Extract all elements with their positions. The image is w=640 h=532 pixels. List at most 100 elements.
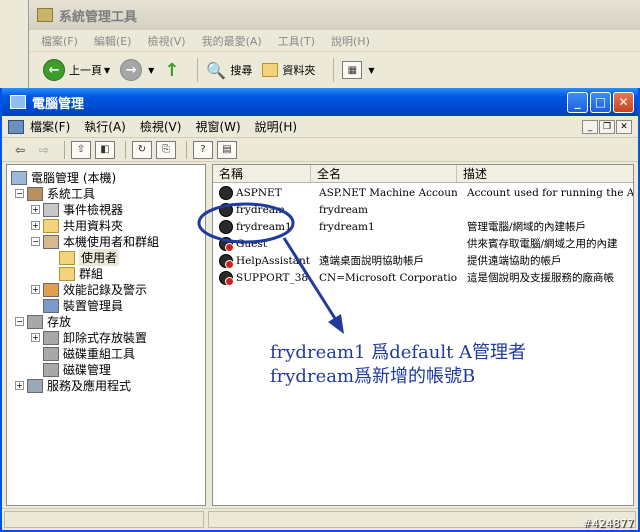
- collapse-icon[interactable]: −: [31, 237, 40, 246]
- tree-item-label: 系統工具: [47, 187, 96, 201]
- views-dropdown-icon[interactable]: ▼: [368, 66, 374, 75]
- collapse-icon[interactable]: −: [15, 317, 24, 326]
- expand-icon[interactable]: +: [31, 285, 40, 294]
- status-pane: [208, 511, 636, 528]
- properties-icon[interactable]: ▤: [217, 140, 237, 159]
- forward-arrow-icon[interactable]: ⇨: [34, 141, 54, 159]
- bg-menu-view[interactable]: 檢視(V): [147, 33, 185, 49]
- user-full-name: ASP.NET Machine Account: [319, 187, 457, 199]
- table-row[interactable]: Guest 供來賓存取電腦/網域之用的內建: [213, 236, 633, 252]
- tree-item-removable-storage[interactable]: + 卸除式存放裝置: [31, 329, 147, 346]
- tree-item-shared-folders[interactable]: + 共用資料夾: [31, 217, 123, 234]
- user-full-name: [311, 236, 457, 252]
- table-row[interactable]: frydream frydream: [213, 202, 633, 218]
- tree-item-label: 使用者: [79, 249, 120, 266]
- close-button[interactable]: ✕: [613, 91, 634, 113]
- table-row[interactable]: HelpAssistant 遠端桌面說明協助帳戶 提供遠端協助的帳戶: [213, 253, 633, 269]
- toolbar: ⇦ ⇨ ⇧ ◧ ↻ ⎘ ? ▤: [2, 138, 638, 162]
- toolbar-separator-2: [333, 58, 335, 82]
- tree-item-defragmenter[interactable]: 磁碟重組工具: [43, 345, 135, 362]
- tree-item-storage[interactable]: − 存放: [15, 313, 71, 330]
- tree-item-local-users-groups[interactable]: − 本機使用者和群組: [31, 233, 159, 250]
- tree-item-groups[interactable]: 群組: [59, 265, 103, 282]
- user-description: 這是個說明及支援服務的廠商帳: [467, 272, 614, 284]
- child-minimize-button[interactable]: _: [582, 119, 598, 134]
- column-header-name[interactable]: 名稱: [213, 165, 311, 182]
- expand-icon[interactable]: +: [31, 221, 40, 230]
- bg-menu-help[interactable]: 說明(H): [331, 33, 370, 49]
- menu-view[interactable]: 檢視(V): [140, 118, 182, 135]
- user-description: [457, 202, 633, 218]
- background-window-title: 系統管理工具: [59, 9, 138, 25]
- user-full-name: frydream1: [319, 221, 375, 233]
- bg-menu-edit[interactable]: 編輯(E): [94, 33, 132, 49]
- tree-item-system-tools[interactable]: − 系統工具: [15, 185, 95, 202]
- child-restore-button[interactable]: ❐: [599, 119, 615, 134]
- users-groups-icon: [43, 234, 59, 249]
- user-name: SUPPORT_38...: [236, 272, 311, 284]
- back-button-label: 上一頁: [69, 64, 102, 77]
- toolbar-separator: [186, 140, 187, 159]
- mmc-console-icon[interactable]: [8, 119, 24, 134]
- status-pane: [4, 511, 204, 528]
- panes: 電腦管理 (本機) − 系統工具 + 事件檢視器 + 共用資料夾 − 本機使用者…: [6, 164, 634, 506]
- show-hide-tree-icon[interactable]: ◧: [95, 140, 115, 159]
- child-close-button[interactable]: ✕: [616, 119, 632, 134]
- table-row[interactable]: SUPPORT_38... CN=Microsoft Corporation..…: [213, 270, 633, 286]
- computer-management-icon: [10, 95, 26, 109]
- maximize-button[interactable]: □: [590, 91, 611, 113]
- menu-file[interactable]: 檔案(F): [30, 118, 70, 135]
- forward-button[interactable]: → ▼: [120, 59, 154, 81]
- export-list-icon[interactable]: ⎘: [156, 140, 176, 159]
- tools-icon: [27, 186, 43, 201]
- back-dropdown-icon[interactable]: ▼: [104, 66, 110, 75]
- user-name: ASPNET: [236, 187, 282, 199]
- user-icon: [219, 203, 233, 217]
- console-tree: 電腦管理 (本機) − 系統工具 + 事件檢視器 + 共用資料夾 − 本機使用者…: [6, 164, 206, 506]
- tree-item-device-manager[interactable]: 裝置管理員: [43, 297, 123, 314]
- back-arrow-icon[interactable]: ⇦: [10, 141, 30, 159]
- expand-icon[interactable]: +: [15, 381, 24, 390]
- table-row[interactable]: ASPNET ASP.NET Machine Account Account u…: [213, 185, 633, 201]
- tree-item-performance-logs[interactable]: + 效能記錄及警示: [31, 281, 147, 298]
- tree-item-computer-management[interactable]: 電腦管理 (本機): [11, 169, 116, 186]
- tree-item-users[interactable]: 使用者: [59, 249, 120, 266]
- user-full-name: CN=Microsoft Corporation...: [319, 272, 457, 284]
- folders-button[interactable]: 資料夾: [262, 62, 315, 78]
- expand-icon[interactable]: +: [31, 205, 40, 214]
- tree-item-label: 存放: [47, 315, 72, 329]
- bg-menu-file[interactable]: 檔案(F): [41, 33, 78, 49]
- expand-icon[interactable]: +: [31, 333, 40, 342]
- user-name: frydream1: [236, 221, 292, 233]
- tree-item-disk-management[interactable]: 磁碟管理: [43, 361, 111, 378]
- forward-dropdown-icon[interactable]: ▼: [148, 66, 154, 75]
- search-button[interactable]: 🔍 搜尋: [206, 61, 252, 80]
- folder-icon: [59, 266, 75, 281]
- bg-menu-favorites[interactable]: 我的最愛(A): [202, 33, 262, 49]
- tree-item-label: 磁碟重組工具: [63, 347, 136, 361]
- user-full-name: 遠端桌面說明協助帳戶: [319, 255, 424, 267]
- up-folder-button[interactable]: ↑: [164, 60, 179, 81]
- collapse-icon[interactable]: −: [15, 189, 24, 198]
- views-button[interactable]: ▦ ▼: [342, 61, 374, 79]
- device-manager-icon: [43, 298, 59, 313]
- folder-tools-icon: [37, 8, 53, 22]
- menu-window[interactable]: 視窗(W): [195, 118, 240, 135]
- tree-item-event-viewer[interactable]: + 事件檢視器: [31, 201, 123, 218]
- user-icon: [219, 220, 233, 234]
- refresh-icon[interactable]: ↻: [132, 140, 152, 159]
- event-viewer-icon: [43, 202, 59, 217]
- column-header-full-name[interactable]: 全名: [311, 165, 457, 182]
- bg-menu-tools[interactable]: 工具(T): [278, 33, 315, 49]
- help-icon[interactable]: ?: [193, 140, 213, 159]
- computer-management-window: 電腦管理 _ □ ✕ 檔案(F) 執行(A) 檢視(V) 視窗(W) 說明(H)…: [0, 88, 640, 532]
- tree-item-services-applications[interactable]: + 服務及應用程式: [15, 377, 131, 394]
- column-header-description[interactable]: 描述: [457, 165, 633, 182]
- disabled-user-icon: [219, 237, 234, 252]
- menu-help[interactable]: 說明(H): [255, 118, 297, 135]
- table-row[interactable]: frydream1 frydream1 管理電腦/網域的內建帳戶: [213, 219, 633, 235]
- back-button[interactable]: ← 上一頁 ▼: [43, 59, 110, 81]
- menu-action[interactable]: 執行(A): [84, 118, 126, 135]
- up-level-icon[interactable]: ⇧: [71, 140, 91, 159]
- minimize-button[interactable]: _: [567, 91, 588, 113]
